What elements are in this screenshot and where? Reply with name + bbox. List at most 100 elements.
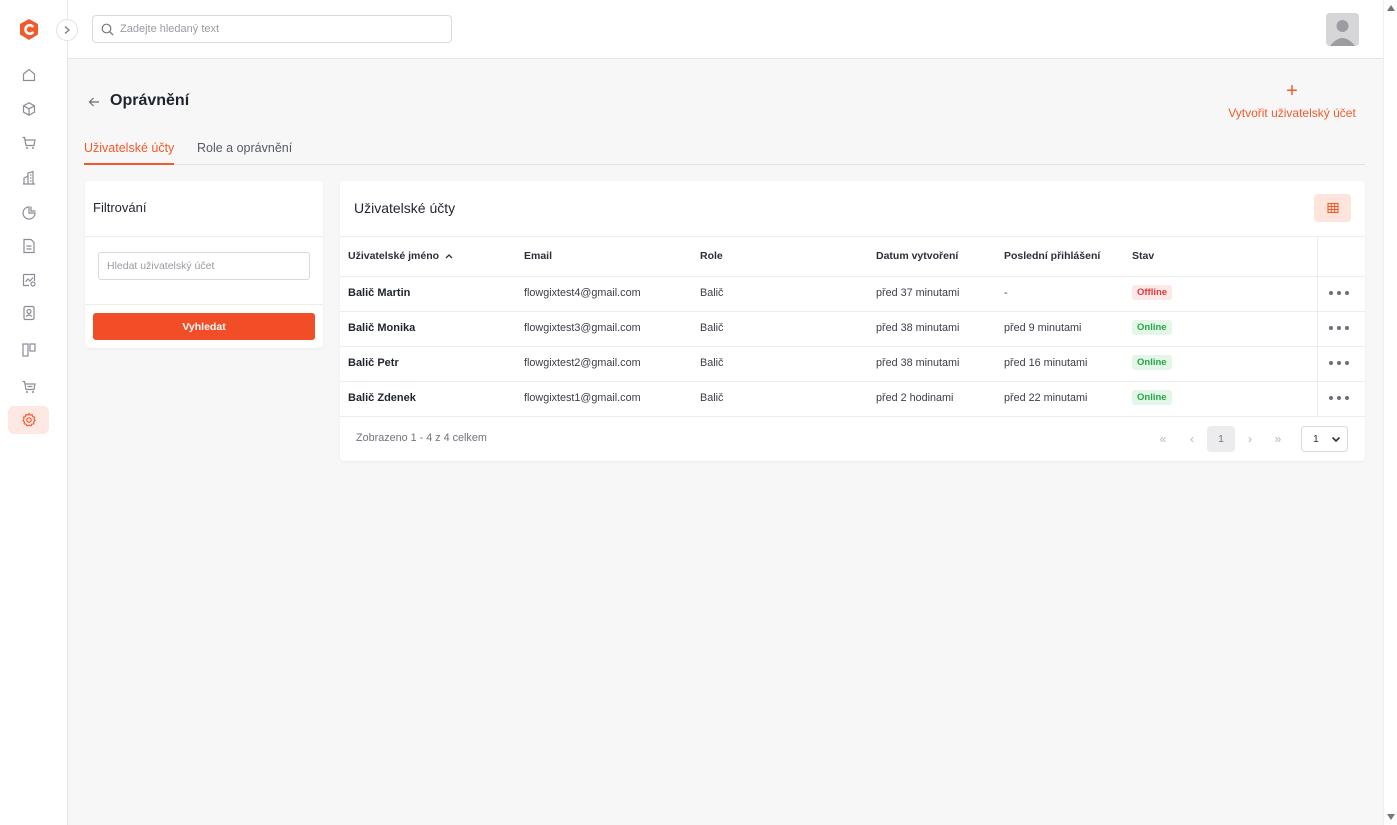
create-user-account-button[interactable]: + Vytvořit uživatelský účet	[1222, 80, 1362, 120]
column-header-last-login[interactable]: Poslední přihlášení	[1004, 250, 1100, 262]
tab-roles-permissions[interactable]: Role a oprávnění	[197, 141, 292, 165]
row-actions-button[interactable]	[1329, 361, 1349, 365]
cell-role: Balič	[700, 357, 724, 369]
column-header-created[interactable]: Datum vytvoření	[876, 250, 958, 262]
dot-icon	[1329, 326, 1333, 330]
cell-last-login: před 22 minutami	[1004, 392, 1088, 404]
divider	[340, 236, 1365, 237]
row-actions-button[interactable]	[1329, 291, 1349, 295]
cell-email: flowgixtest2@gmail.com	[524, 357, 641, 369]
divider	[340, 346, 1365, 347]
dot-icon	[1345, 326, 1349, 330]
sidebar-item-reports[interactable]	[8, 199, 49, 227]
arrow-left-icon	[88, 97, 99, 107]
gear-icon	[21, 412, 36, 427]
sidebar-item-analytics[interactable]	[8, 266, 49, 294]
row-actions-button[interactable]	[1329, 326, 1349, 330]
cart-icon	[22, 136, 36, 149]
status-badge: Online	[1132, 355, 1172, 370]
sidebar-toggle-button[interactable]	[56, 19, 78, 41]
user-accounts-table-card: Uživatelské účty Uživatelské jméno Email…	[340, 181, 1365, 461]
cell-role: Balič	[700, 392, 724, 404]
cell-created: před 37 minutami	[876, 287, 960, 299]
dot-icon	[1345, 396, 1349, 400]
contacts-icon	[22, 305, 35, 321]
column-header-role[interactable]: Role	[700, 250, 723, 262]
global-search-input[interactable]	[120, 23, 440, 35]
divider	[340, 416, 1365, 417]
table-view-button[interactable]	[1314, 194, 1351, 222]
document-icon	[22, 238, 35, 254]
plus-icon: +	[1286, 80, 1298, 102]
dot-icon	[1345, 361, 1349, 365]
page-select-value: 1	[1313, 433, 1319, 445]
building-icon	[22, 170, 35, 185]
row-actions-button[interactable]	[1329, 396, 1349, 400]
user-avatar[interactable]	[1326, 13, 1359, 46]
page-scrollbar[interactable]	[1383, 0, 1397, 825]
user-account-search-input[interactable]	[98, 252, 310, 280]
dot-icon	[1337, 291, 1341, 295]
global-search[interactable]	[92, 15, 452, 43]
cell-username: Balič Martin	[348, 287, 411, 299]
last-page-button[interactable]: »	[1264, 426, 1292, 452]
sidebar-item-home[interactable]	[8, 61, 49, 89]
cell-username: Balič Petr	[348, 357, 399, 369]
column-header-email[interactable]: Email	[524, 250, 552, 262]
scroll-down-icon[interactable]	[1387, 814, 1395, 820]
prev-page-button[interactable]: ‹	[1178, 426, 1206, 452]
home-icon	[22, 68, 35, 82]
tab-user-accounts[interactable]: Uživatelské účty	[84, 141, 175, 165]
first-page-button[interactable]: «	[1149, 426, 1177, 452]
cell-last-login: před 9 minutami	[1004, 322, 1082, 334]
cell-email: flowgixtest4@gmail.com	[524, 287, 641, 299]
page-button-current[interactable]: 1	[1207, 426, 1235, 452]
sidebar	[0, 0, 78, 825]
divider	[1317, 237, 1318, 417]
search-button[interactable]: Vyhledat	[93, 313, 315, 340]
next-page-button[interactable]: ›	[1236, 426, 1264, 452]
sidebar-item-orders[interactable]	[8, 129, 49, 157]
divider	[340, 381, 1365, 382]
chevron-right-icon	[64, 25, 71, 35]
scroll-up-icon[interactable]	[1387, 5, 1395, 11]
status-badge: Online	[1132, 320, 1172, 335]
divider	[85, 304, 323, 305]
table-title: Uživatelské účty	[354, 200, 456, 216]
divider	[85, 236, 323, 237]
sidebar-item-purchases[interactable]	[8, 373, 49, 401]
sidebar-item-documents[interactable]	[8, 232, 49, 260]
dot-icon	[1329, 291, 1333, 295]
status-badge: Online	[1132, 390, 1172, 405]
cell-email: flowgixtest3@gmail.com	[524, 322, 641, 334]
divider	[340, 311, 1365, 312]
app-logo[interactable]	[19, 19, 39, 40]
cell-username: Balič Zdenek	[348, 392, 416, 404]
page-select[interactable]: 1	[1301, 426, 1348, 452]
topbar	[68, 0, 1383, 59]
sidebar-item-contacts[interactable]	[8, 299, 49, 327]
search-icon	[101, 23, 114, 35]
pie-chart-icon	[21, 206, 36, 220]
page-title: Oprávnění	[110, 92, 190, 109]
back-button[interactable]	[88, 95, 100, 113]
cell-created: před 2 hodinami	[876, 392, 954, 404]
column-header-status[interactable]: Stav	[1132, 250, 1154, 262]
dot-icon	[1329, 396, 1333, 400]
cell-last-login: před 16 minutami	[1004, 357, 1088, 369]
pagination-summary: Zobrazeno 1 - 4 z 4 celkem	[356, 432, 487, 444]
dot-icon	[1337, 361, 1341, 365]
sidebar-item-products[interactable]	[8, 95, 49, 123]
table-icon	[1326, 202, 1339, 214]
sidebar-item-kanban[interactable]	[8, 336, 49, 364]
cart-list-icon	[22, 380, 36, 393]
filter-panel: Filtrování Vyhledat	[85, 181, 323, 348]
cell-role: Balič	[700, 322, 724, 334]
sort-ascending-icon	[445, 254, 453, 259]
sidebar-item-warehouses[interactable]	[8, 164, 49, 192]
column-header-username[interactable]: Uživatelské jméno	[348, 250, 453, 262]
dot-icon	[1345, 291, 1349, 295]
cell-last-login: -	[1004, 287, 1008, 299]
kanban-icon	[21, 343, 36, 357]
sidebar-item-settings[interactable]	[8, 406, 49, 434]
